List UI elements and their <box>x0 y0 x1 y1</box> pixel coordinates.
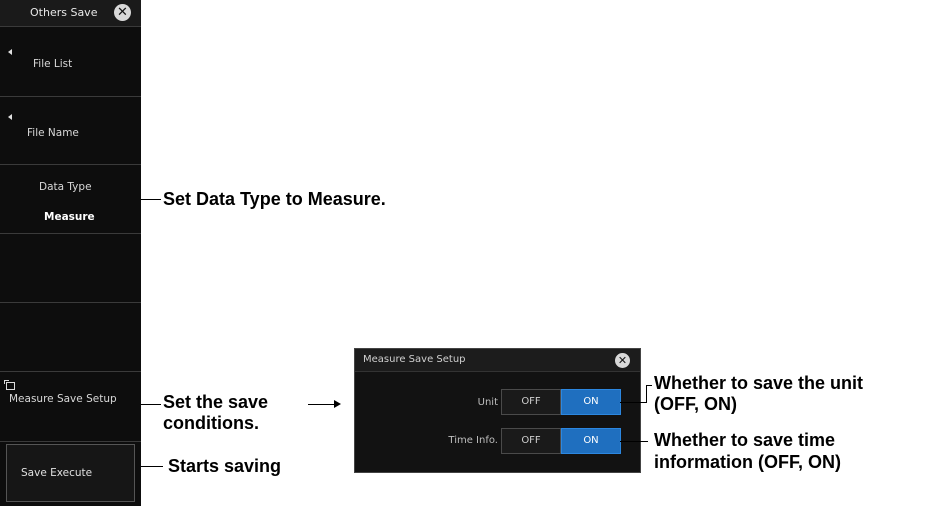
data-type-button[interactable]: Data Type Measure <box>0 165 141 234</box>
menu-title-bar: Others Save ✕ <box>0 0 141 27</box>
close-icon[interactable]: ✕ <box>615 353 630 368</box>
annotation-leader-unit-v <box>646 385 647 403</box>
menu-title: Others Save <box>30 6 98 19</box>
annotation-unit-line2: (OFF, ON) <box>654 394 737 414</box>
time-info-label: Time Info. <box>448 435 498 446</box>
annotation-leader-unit-h <box>620 402 646 403</box>
dialog-open-icon <box>4 380 15 390</box>
annotation-arrow-shaft <box>308 404 334 405</box>
unit-on-button[interactable]: ON <box>561 389 621 415</box>
file-name-label: File Name <box>27 127 79 139</box>
arrow-right-icon <box>334 400 341 408</box>
time-info-off-button[interactable]: OFF <box>501 428 561 454</box>
measure-save-setup-button[interactable]: Measure Save Setup <box>0 372 141 442</box>
annotation-save-conditions-line2: conditions. <box>163 413 259 433</box>
left-arrow-icon <box>8 49 12 55</box>
dialog-title-bar: Measure Save Setup ✕ <box>355 349 640 372</box>
save-execute-label: Save Execute <box>21 467 93 479</box>
unit-off-button[interactable]: OFF <box>501 389 561 415</box>
annotation-leader-data-type <box>141 199 161 200</box>
menu-empty-slot-1 <box>0 234 141 303</box>
measure-save-setup-dialog: Measure Save Setup ✕ Unit OFF ON Time In… <box>354 348 641 473</box>
annotation-leader-unit-tick <box>646 385 652 386</box>
annotation-leader-save-setup <box>141 404 161 405</box>
dialog-title: Measure Save Setup <box>363 354 466 365</box>
measure-save-setup-label: Measure Save Setup <box>9 393 117 405</box>
file-list-button[interactable]: File List <box>0 26 141 97</box>
annotation-unit-line1: Whether to save the unit <box>654 373 864 393</box>
annotation-starts-saving: Starts saving <box>168 456 282 476</box>
unit-label: Unit <box>477 397 498 408</box>
left-arrow-icon <box>8 114 12 120</box>
file-name-button[interactable]: File Name <box>0 97 141 165</box>
save-execute-button[interactable]: Save Execute <box>6 444 135 502</box>
data-type-label: Data Type <box>39 181 92 193</box>
annotation-leader-time <box>620 441 648 442</box>
data-type-value: Measure <box>44 211 95 223</box>
close-icon[interactable]: ✕ <box>114 4 131 21</box>
others-save-menu: Others Save ✕ File List File Name Data T… <box>0 0 141 506</box>
annotation-leader-save-execute <box>141 466 163 467</box>
annotation-data-type: Set Data Type to Measure. <box>163 189 386 209</box>
time-info-on-button[interactable]: ON <box>561 428 621 454</box>
annotation-time-line2: information (OFF, ON) <box>654 452 841 472</box>
annotation-save-conditions-line1: Set the save <box>163 392 269 412</box>
file-list-label: File List <box>33 58 73 70</box>
menu-empty-slot-2 <box>0 303 141 372</box>
annotation-time-line1: Whether to save time <box>654 430 836 450</box>
